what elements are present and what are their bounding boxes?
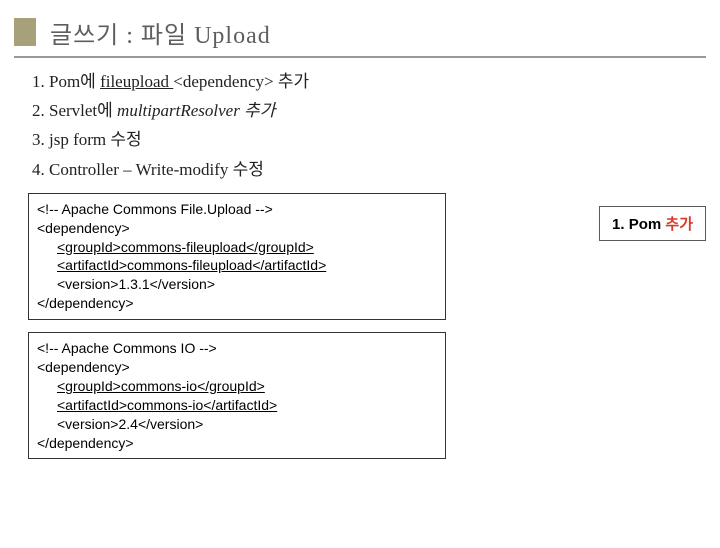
step-2: 2. Servlet에 multipartResolver 추가: [32, 97, 720, 124]
step-4: 4. Controller – Write-modify 수정: [32, 156, 720, 183]
callout-red: 추가: [665, 216, 693, 233]
box1-line-1: <!-- Apache Commons File.Upload -->: [37, 200, 437, 219]
step-3: 3. jsp form 수정: [32, 126, 720, 153]
box1-line-6: </dependency>: [37, 294, 437, 313]
box2-line-2: <dependency>: [37, 358, 437, 377]
box2-line-3: <groupId>commons-io</groupId>: [37, 377, 437, 396]
steps-list: 1. Pom에 fileupload <dependency> 추가 2. Se…: [32, 68, 720, 183]
callout-label: 1. Pom: [612, 216, 665, 233]
box1-line-3: <groupId>commons-fileupload</groupId>: [37, 238, 437, 257]
dependency-box-2: <!-- Apache Commons IO --> <dependency> …: [28, 332, 446, 459]
box2-line-4: <artifactId>commons-io</artifactId>: [37, 396, 437, 415]
title-bullet-icon: [14, 18, 36, 46]
step-2-prefix: 2. Servlet에: [32, 101, 117, 120]
step-2-italic: multipartResolver 추가: [117, 101, 275, 120]
box2-line-1: <!-- Apache Commons IO -->: [37, 339, 437, 358]
box2-line-5: <version>2.4</version>: [37, 415, 437, 434]
box1-line-2: <dependency>: [37, 219, 437, 238]
step-1-underline: fileupload: [100, 72, 173, 91]
box2-line-6: </dependency>: [37, 434, 437, 453]
step-1-prefix: 1. Pom에: [32, 72, 100, 91]
box1-line-5: <version>1.3.1</version>: [37, 275, 437, 294]
callout-box: 1. Pom 추가: [599, 206, 706, 241]
dependency-box-1: <!-- Apache Commons File.Upload --> <dep…: [28, 193, 446, 320]
box1-line-4: <artifactId>commons-fileupload</artifact…: [37, 256, 437, 275]
slide-title: 글쓰기 : 파일 Upload: [50, 15, 271, 50]
step-1: 1. Pom에 fileupload <dependency> 추가: [32, 68, 720, 95]
step-1-rest: <dependency> 추가: [173, 72, 309, 91]
slide-title-bar: 글쓰기 : 파일 Upload: [14, 8, 706, 58]
